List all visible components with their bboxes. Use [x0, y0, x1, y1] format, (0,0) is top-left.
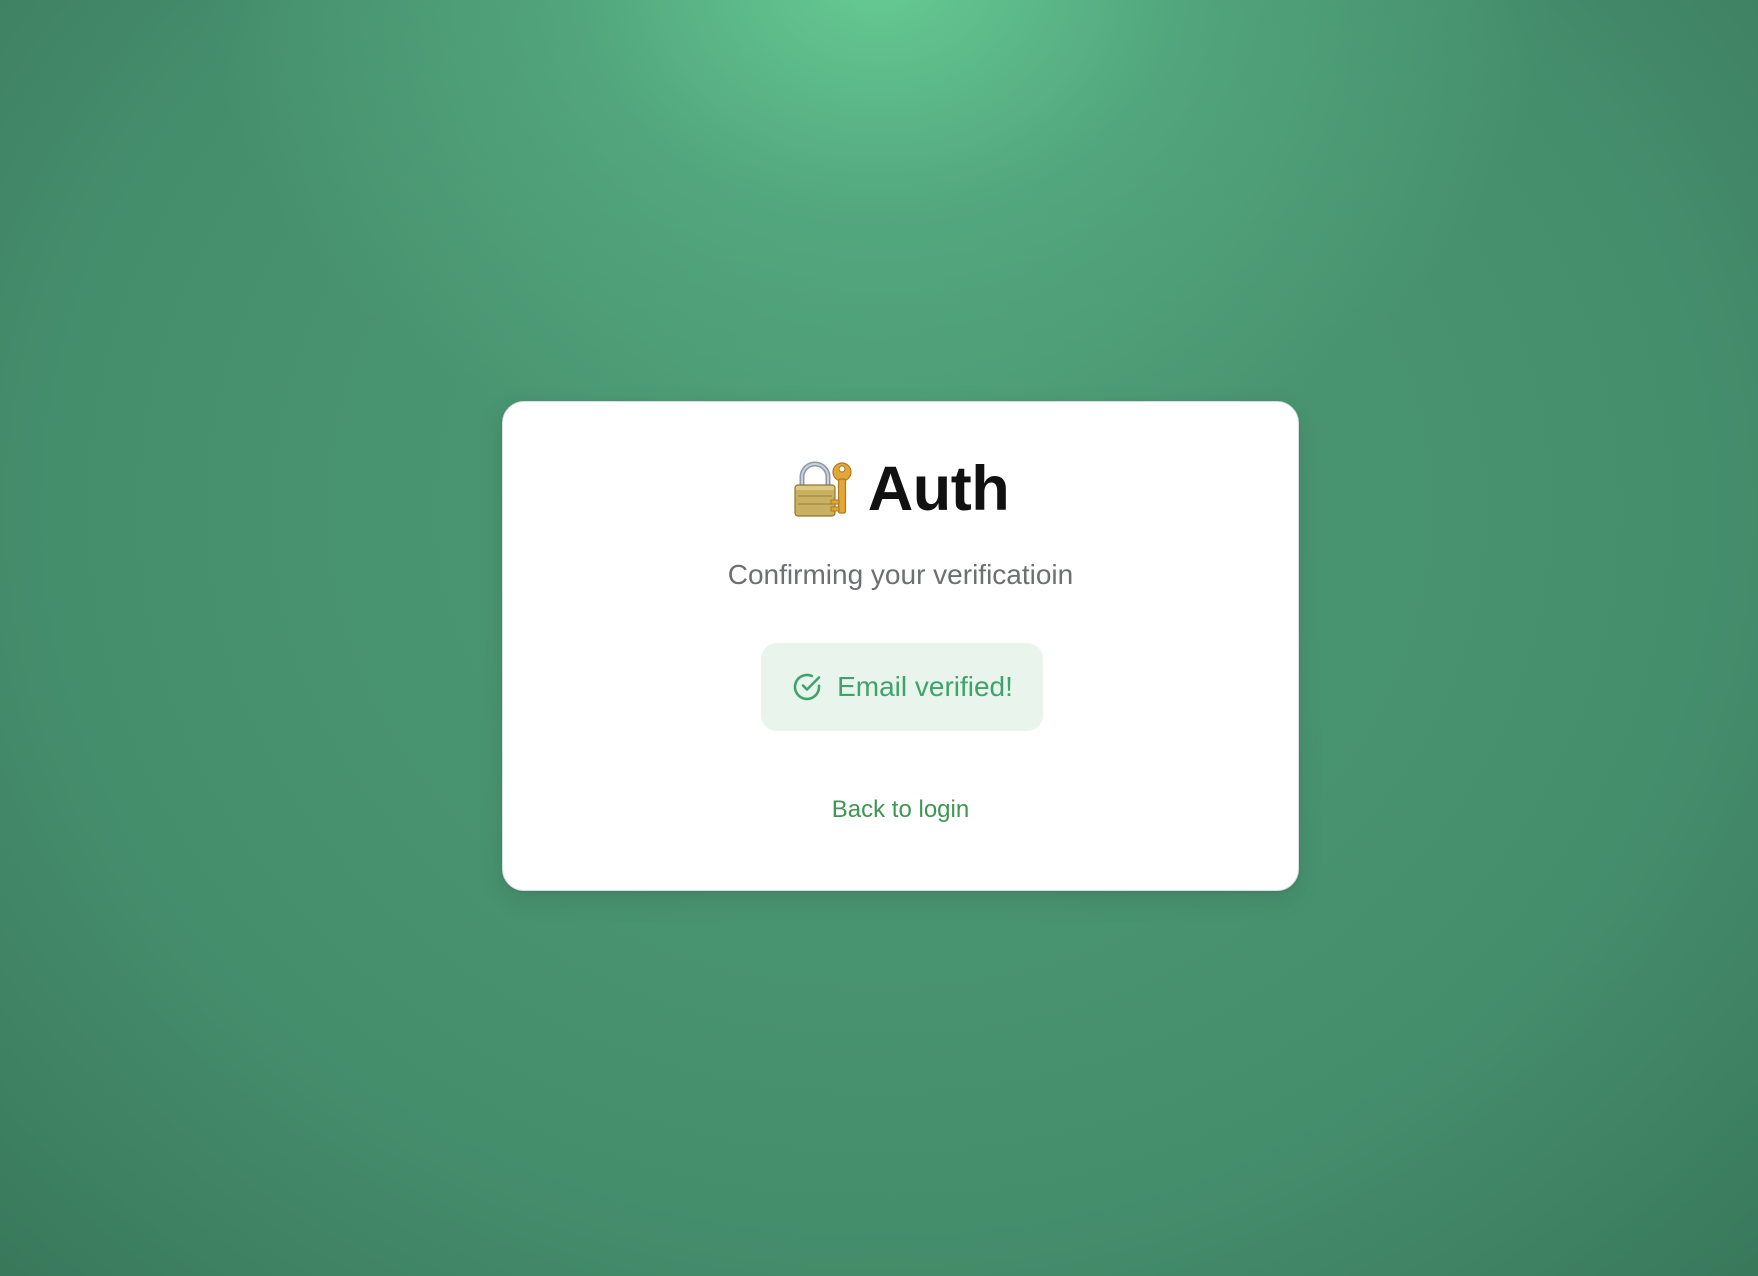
- lock-with-key-icon: [792, 460, 854, 518]
- check-circle-icon: [791, 671, 823, 703]
- auth-card: Auth Confirming your verificatioin Email…: [502, 401, 1299, 891]
- back-to-login-link[interactable]: Back to login: [503, 796, 1298, 825]
- card-header: Auth: [503, 452, 1298, 526]
- status-badge: Email verified!: [761, 643, 1043, 731]
- page-title: Auth: [867, 453, 1010, 524]
- page-subtitle: Confirming your verificatioin: [727, 559, 1074, 590]
- status-text: Email verified!: [837, 671, 1013, 702]
- page-background: Auth Confirming your verificatioin Email…: [0, 0, 1758, 1276]
